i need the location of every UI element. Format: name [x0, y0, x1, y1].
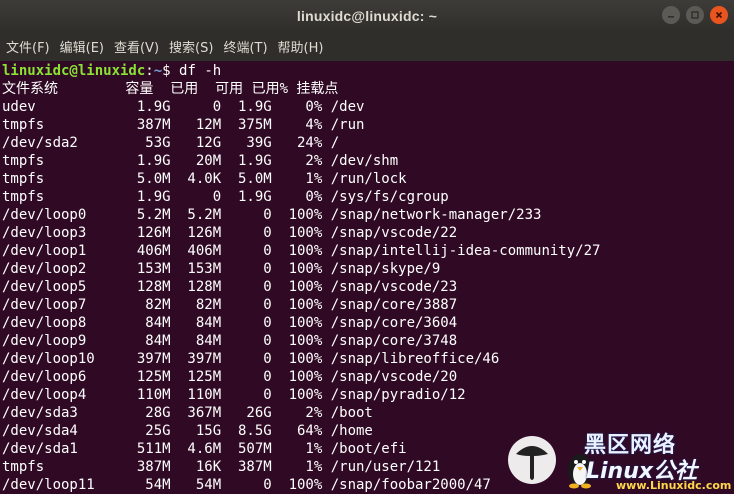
output-line: /dev/loop9 84M 84M 0 100% /snap/core/374…	[2, 333, 458, 349]
menu-file[interactable]: 文件(F)	[6, 37, 50, 56]
maximize-icon	[691, 11, 699, 19]
output-line: /dev/loop3 126M 126M 0 100% /snap/vscode…	[2, 225, 458, 241]
output-line: /dev/loop2 153M 153M 0 100% /snap/skype/…	[2, 261, 441, 277]
prompt-path: ~	[153, 63, 163, 79]
menu-bar: 文件(F) 编辑(E) 查看(V) 搜索(S) 终端(T) 帮助(H)	[0, 32, 734, 61]
maximize-button[interactable]	[686, 6, 704, 24]
window-title: linuxidc@linuxidc: ~	[296, 8, 438, 24]
output-line: /dev/loop1 406M 406M 0 100% /snap/intell…	[2, 243, 601, 259]
output-line: tmpfs 5.0M 4.0K 5.0M 1% /run/lock	[2, 171, 407, 187]
menu-search[interactable]: 搜索(S)	[169, 37, 213, 56]
output-line: /dev/loop7 82M 82M 0 100% /snap/core/388…	[2, 297, 458, 313]
prompt-command: df -h	[179, 63, 222, 79]
prompt-line: linuxidc@linuxidc:~$ df -h	[2, 62, 734, 80]
watermark: 黑区网络 Linux公社 www.Linuxidc.com	[496, 426, 732, 494]
minimize-icon	[668, 16, 674, 18]
output-line: /dev/loop8 84M 84M 0 100% /snap/core/360…	[2, 315, 458, 331]
output-line: /dev/loop5 128M 128M 0 100% /snap/vscode…	[2, 279, 458, 295]
output-line: udev 1.9G 0 1.9G 0% /dev	[2, 99, 365, 115]
prompt-symbol: $	[162, 63, 180, 79]
output-line: /dev/loop0 5.2M 5.2M 0 100% /snap/networ…	[2, 207, 542, 223]
output-line: /dev/sda3 28G 367M 26G 2% /boot	[2, 405, 373, 421]
close-button[interactable]	[710, 6, 728, 24]
menu-terminal[interactable]: 终端(T)	[223, 37, 267, 56]
output-line: tmpfs 1.9G 0 1.9G 0% /sys/fs/cgroup	[2, 189, 449, 205]
menu-help[interactable]: 帮助(H)	[278, 37, 324, 56]
window-controls	[662, 6, 728, 24]
output-line: tmpfs 387M 12M 375M 4% /run	[2, 117, 365, 133]
title-bar[interactable]: linuxidc@linuxidc: ~	[0, 0, 734, 32]
output-line: /dev/loop4 110M 110M 0 100% /snap/pyradi…	[2, 387, 466, 403]
terminal-window: linuxidc@linuxidc: ~ 文件(F) 编辑(E) 查看(V) 搜…	[0, 0, 734, 494]
watermark-url: www.Linuxidc.com	[616, 479, 732, 492]
menu-view[interactable]: 查看(V)	[114, 37, 159, 56]
output-line: /dev/loop6 125M 125M 0 100% /snap/vscode…	[2, 369, 458, 385]
output-line: /dev/loop10 397M 397M 0 100% /snap/libre…	[2, 351, 500, 367]
output-line: tmpfs 1.9G 20M 1.9G 2% /dev/shm	[2, 153, 399, 169]
output-line: /dev/sda2 53G 12G 39G 24% /	[2, 135, 340, 151]
minimize-button[interactable]	[662, 6, 680, 24]
output-header: 文件系统 容量 已用 可用 已用% 挂载点	[2, 81, 339, 97]
prompt-colon: :	[145, 63, 154, 79]
menu-edit[interactable]: 编辑(E)	[60, 37, 104, 56]
close-icon	[715, 11, 723, 19]
prompt-user-host: linuxidc@linuxidc	[2, 63, 146, 79]
